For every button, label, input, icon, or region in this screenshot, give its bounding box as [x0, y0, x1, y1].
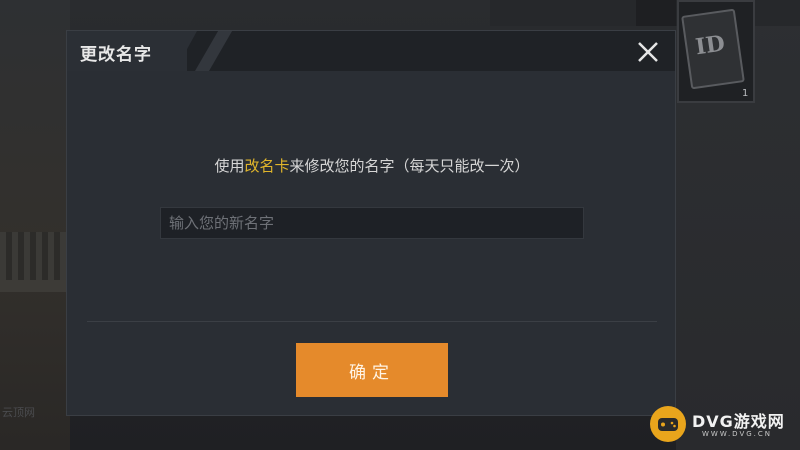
brand-watermark: DVG游戏网 WWW.DVG.CN	[642, 400, 800, 450]
rename-dialog: 更改名字 使用改名卡来修改您的名字（每天只能改一次） 确定	[66, 30, 676, 416]
instruction-prefix: 使用	[214, 157, 245, 175]
background-scene-left	[0, 0, 70, 450]
instruction-suffix: 来修改您的名字（每天只能改一次）	[289, 157, 530, 175]
id-card-label: ID	[693, 30, 727, 61]
gamepad-logo-icon	[650, 406, 686, 442]
dialog-divider	[87, 321, 657, 322]
brand-name: DVG游戏网	[692, 412, 785, 431]
close-icon	[638, 42, 658, 62]
dialog-title: 更改名字	[80, 45, 152, 65]
confirm-button[interactable]: 确定	[296, 343, 448, 397]
rename-instruction: 使用改名卡来修改您的名字（每天只能改一次）	[67, 155, 677, 176]
inventory-slot-edge	[636, 0, 676, 26]
new-name-input[interactable]	[160, 207, 584, 239]
item-count: 1	[742, 88, 749, 99]
background-watermark-text: 云顶网	[2, 406, 35, 419]
brand-url: WWW.DVG.CN	[702, 430, 773, 438]
title-tab-slant	[175, 31, 197, 71]
rename-card-icon: ID	[681, 8, 745, 90]
dialog-header: 更改名字	[67, 31, 675, 71]
background-building-roof	[0, 232, 70, 282]
rename-card-highlight: 改名卡	[244, 157, 290, 175]
close-button[interactable]	[633, 37, 663, 67]
background-fence	[0, 280, 70, 292]
title-tab-stripe	[195, 31, 233, 71]
